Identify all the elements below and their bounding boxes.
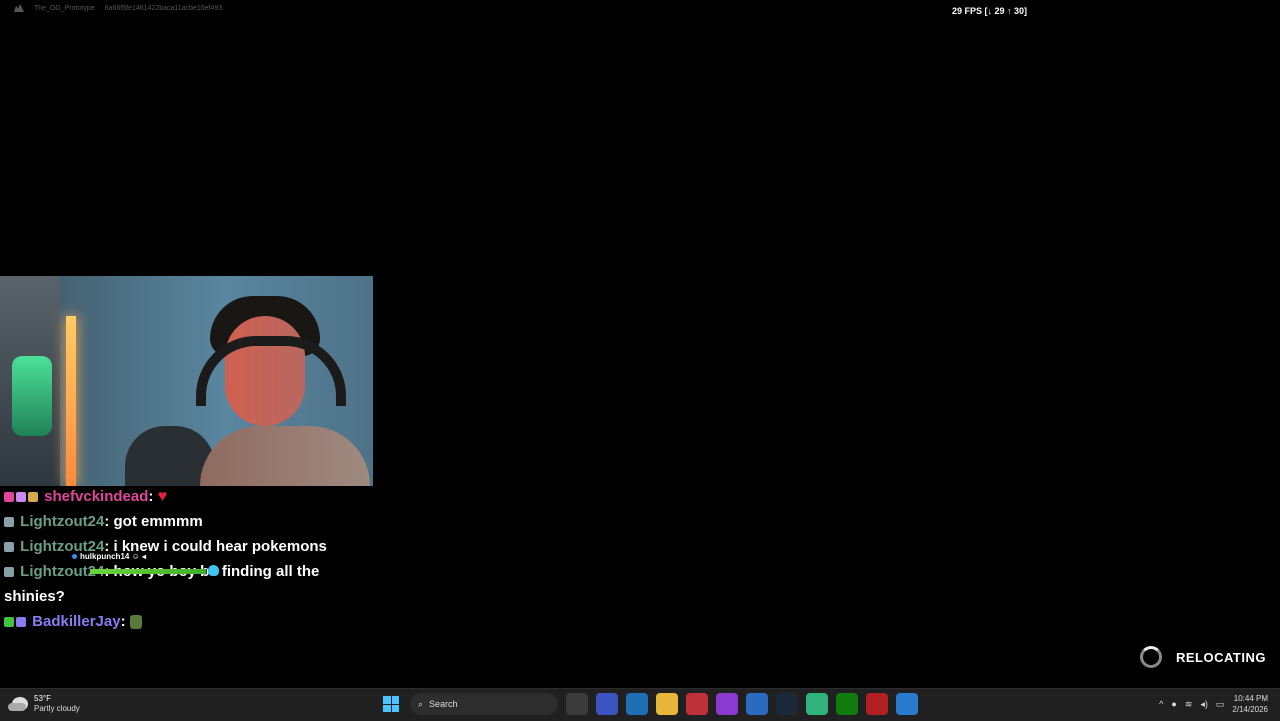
- player-health-bar: [90, 569, 207, 574]
- app-purple-icon[interactable]: [716, 693, 738, 715]
- session-id: 6a66f5fe1461422baca11acbe10ef493: [104, 4, 223, 12]
- battery-icon[interactable]: ▭: [1216, 699, 1225, 710]
- app-green-icon[interactable]: [806, 693, 828, 715]
- sprite-emote-icon: [129, 615, 142, 630]
- game-name: The_OG_Prototype: [34, 4, 95, 12]
- app-blue-icon[interactable]: [746, 693, 768, 715]
- chat-message: Lightzout24: got emmmm: [4, 509, 374, 534]
- health-fill: [90, 569, 206, 574]
- clock-time: 10:44 PM: [1233, 694, 1268, 703]
- task-view-button[interactable]: [566, 693, 588, 715]
- chat-username: BadkillerJay: [32, 613, 121, 630]
- weather-condition: Partly cloudy: [34, 704, 80, 713]
- edge-browser-icon[interactable]: [626, 693, 648, 715]
- microphone-icon[interactable]: ●: [1171, 699, 1176, 709]
- sub-badge-icon: [4, 542, 14, 553]
- weather-widget[interactable]: 53°F Partly cloudy: [8, 694, 80, 714]
- volume-icon[interactable]: ◂): [1200, 699, 1208, 710]
- app-cam-icon[interactable]: [866, 693, 888, 715]
- chat-message: Lightzout24: how yo boy be finding all t…: [4, 559, 374, 609]
- search-box[interactable]: ⌕ Search: [410, 693, 558, 715]
- relocating-status: RELOCATING: [1140, 646, 1266, 668]
- chat-message: shefvckindead: ♥: [4, 484, 374, 509]
- fps-counter: 29 FPS [↓ 29 ↑ 30]: [952, 6, 1028, 16]
- player-nameplate: hulkpunch14 ☺ ◂: [72, 552, 146, 561]
- partly-cloudy-icon: [8, 697, 28, 711]
- player-name: hulkpunch14: [80, 552, 130, 561]
- fortnite-icon[interactable]: [896, 693, 918, 715]
- clock[interactable]: 10:44 PM 2/14/2026: [1232, 693, 1268, 715]
- verified-badge-icon: [4, 617, 14, 628]
- star-badge-icon: [16, 492, 26, 503]
- steam-icon[interactable]: [776, 693, 798, 715]
- xbox-icon[interactable]: [836, 693, 858, 715]
- team-dot-icon: [72, 554, 77, 559]
- chat-text: got emmmm: [113, 513, 203, 530]
- chat-username: Lightzout24: [20, 513, 105, 530]
- windows-icon: [383, 696, 399, 712]
- start-button[interactable]: [380, 693, 402, 715]
- taskbar: 53°F Partly cloudy ⌕ Search ^ ● ≋ ◂) ▭ 1…: [0, 688, 1280, 721]
- copilot-icon[interactable]: [596, 693, 618, 715]
- search-placeholder: Search: [429, 699, 458, 709]
- relocating-label: RELOCATING: [1176, 649, 1266, 665]
- heart-emote-icon: ♥: [157, 488, 168, 505]
- loading-spinner-icon: [1140, 646, 1162, 668]
- file-explorer-icon[interactable]: [656, 693, 678, 715]
- sub-badge-icon: [4, 567, 14, 578]
- game-info: The_OG_Prototype 6a66f5fe1461422baca11ac…: [14, 4, 222, 12]
- wifi-icon[interactable]: ≋: [1185, 699, 1193, 710]
- chat-message: BadkillerJay:: [4, 609, 374, 634]
- shield-icon: [208, 565, 219, 576]
- weather-temp: 53°F: [34, 694, 51, 703]
- chat-overlay: shefvckindead: ♥ Lightzout24: got emmmm …: [4, 484, 374, 634]
- game-logo-icon: [14, 4, 24, 12]
- sub-badge-icon: [4, 517, 14, 528]
- chevron-up-icon[interactable]: ^: [1159, 699, 1163, 709]
- gem-badge-icon: [28, 492, 38, 503]
- sub-badge-icon: [4, 492, 14, 503]
- search-icon: ⌕: [418, 698, 424, 709]
- clock-date: 2/14/2026: [1232, 705, 1268, 714]
- chat-username: shefvckindead: [44, 488, 149, 505]
- webcam-overlay: [0, 276, 373, 486]
- app-red-icon[interactable]: [686, 693, 708, 715]
- chat-message: Lightzout24: i knew i could hear pokemon…: [4, 534, 374, 559]
- controller-badge-icon: [16, 617, 26, 628]
